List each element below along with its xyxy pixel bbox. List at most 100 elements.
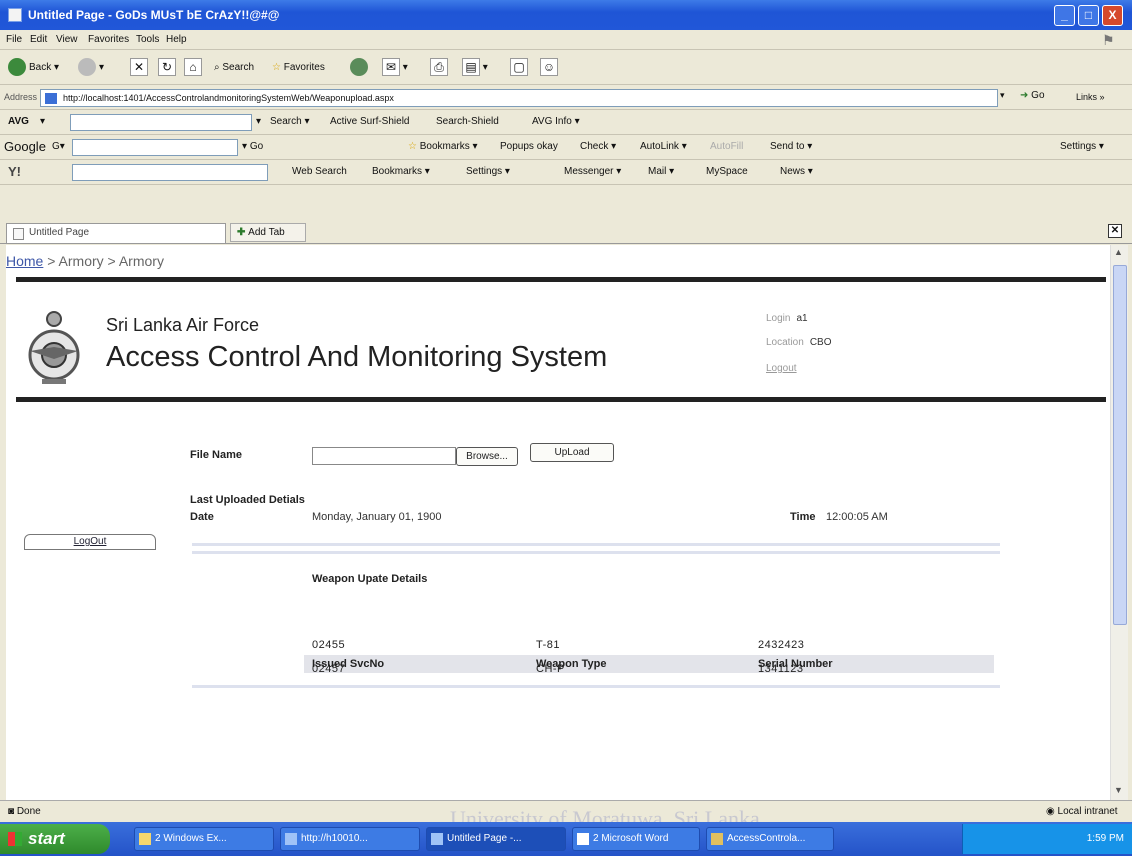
minimize-button[interactable]: _ [1054, 5, 1075, 26]
links-button[interactable]: Links » [1076, 92, 1105, 102]
menu-file[interactable]: File [6, 34, 22, 45]
avg-search-button[interactable]: Search ▾ [270, 116, 310, 127]
vs-icon [711, 833, 723, 845]
scroll-down-icon[interactable]: ▼ [1114, 785, 1123, 795]
page-icon [13, 228, 24, 240]
logout-link[interactable]: Logout [766, 363, 797, 374]
menu-favorites[interactable]: Favorites [88, 34, 129, 45]
news-button[interactable]: News ▾ [780, 166, 813, 177]
search-button[interactable]: ⌕ Search [214, 58, 254, 78]
check-button[interactable]: Check ▾ [580, 141, 616, 152]
address-dropdown-icon[interactable]: ▾ [1000, 90, 1014, 106]
yahoo-web-search-button[interactable]: Web Search [292, 166, 347, 177]
address-label: Address [4, 92, 38, 102]
vertical-scrollbar[interactable]: ▲ ▼ [1110, 245, 1128, 800]
google-settings-button[interactable]: Settings ▾ [1060, 141, 1104, 152]
table-cell-svcno: 02457 [312, 663, 346, 675]
messenger-button[interactable]: Messenger ▾ [564, 166, 621, 177]
print-icon: ⎙ [430, 58, 448, 77]
avg-search-input[interactable] [70, 114, 252, 131]
scroll-thumb[interactable] [1113, 265, 1127, 625]
yahoo-search-input[interactable] [72, 164, 268, 181]
sidebar-logout-button[interactable]: LogOut [24, 534, 156, 550]
avg-info-button[interactable]: AVG Info ▾ [532, 116, 580, 127]
browser-window: Untitled Page - GoDs MUsT bE CrAzY!!@#@ … [0, 0, 1132, 856]
breadcrumb-home-link[interactable]: Home [6, 253, 43, 269]
back-button[interactable]: Back ▾ [8, 58, 59, 78]
add-tab-button[interactable]: ✚ Add Tab [230, 223, 306, 242]
close-button[interactable]: X [1102, 5, 1123, 26]
google-search-input[interactable] [72, 139, 238, 156]
page-icon [45, 93, 57, 104]
go-button[interactable]: ➜ Go [1020, 90, 1045, 101]
breadcrumb-path: > Armory > Armory [43, 253, 164, 269]
start-button[interactable]: start [0, 824, 110, 854]
autofill-button[interactable]: AutoFill [710, 141, 743, 152]
home-icon: ⌂ [184, 58, 202, 77]
divider-stripe [192, 551, 1000, 554]
maximize-button[interactable]: □ [1078, 5, 1099, 26]
myspace-button[interactable]: MySpace [706, 166, 748, 177]
address-input[interactable]: http://localhost:1401/AccessControlandmo… [40, 89, 998, 107]
menu-tools[interactable]: Tools [136, 34, 159, 45]
mail-button[interactable]: Mail ▾ [648, 166, 674, 177]
taskbar-item-accesscontrol[interactable]: AccessControla... [706, 827, 834, 851]
taskbar-item-browser-1[interactable]: http://h10010... [280, 827, 420, 851]
divider-stripe [192, 543, 1000, 546]
avg-search-dropdown-icon[interactable]: ▾ [256, 116, 261, 127]
table-cell-serial: 1341123 [758, 663, 804, 675]
send-to-button[interactable]: Send to ▾ [770, 141, 812, 152]
stop-button[interactable]: ✕ [130, 58, 148, 78]
file-name-input[interactable] [312, 447, 456, 465]
window-title: Untitled Page - GoDs MUsT bE CrAzY!!@#@ [28, 8, 280, 22]
mail-button[interactable]: ✉ ▾ [382, 58, 408, 78]
taskbar: start 2 Windows Ex... http://h10010... U… [0, 822, 1132, 856]
clock: 1:59 PM [1086, 833, 1124, 844]
menu-help[interactable]: Help [166, 34, 187, 45]
last-uploaded-heading: Last Uploaded Detials [190, 494, 305, 506]
bookmark-star-icon: ☆ [408, 141, 420, 152]
google-menu-icon[interactable]: G▾ [52, 141, 65, 152]
header-rule-top [16, 277, 1106, 282]
active-surf-shield-button[interactable]: Active Surf-Shield [330, 116, 409, 127]
go-arrow-icon: ➜ [1020, 90, 1032, 101]
scroll-up-icon[interactable]: ▲ [1114, 247, 1123, 257]
taskbar-item-explorer[interactable]: 2 Windows Ex... [134, 827, 274, 851]
tab-untitled-page[interactable]: Untitled Page [6, 223, 226, 243]
table-cell-weapon-type: CH-P [536, 663, 565, 675]
taskbar-item-word[interactable]: 2 Microsoft Word [572, 827, 700, 851]
google-go-button[interactable]: ▾ Go [242, 141, 263, 152]
history-icon [350, 58, 368, 77]
google-bookmarks-button[interactable]: ☆ Bookmarks ▾ [408, 141, 478, 152]
back-arrow-icon [8, 58, 26, 77]
yahoo-settings-button[interactable]: Settings ▾ [466, 166, 510, 177]
discuss-button[interactable]: ▢ [510, 58, 528, 78]
autolink-button[interactable]: AutoLink ▾ [640, 141, 687, 152]
yahoo-bookmarks-button[interactable]: Bookmarks ▾ [372, 166, 430, 177]
refresh-button[interactable]: ↻ [158, 58, 176, 78]
avg-logo: AVG [8, 116, 29, 127]
favorites-button[interactable]: ☆ Favorites [272, 58, 325, 78]
edit-button[interactable]: ▤ ▾ [462, 58, 488, 78]
search-shield-button[interactable]: Search-Shield [436, 116, 499, 127]
login-value: a1 [796, 313, 808, 324]
refresh-icon: ↻ [158, 58, 176, 77]
avg-dropdown-icon[interactable]: ▾ [40, 116, 45, 127]
messenger-icon: ☺ [540, 58, 558, 77]
date-label: Date [190, 511, 214, 523]
print-button[interactable]: ⎙ [430, 58, 448, 78]
menu-view[interactable]: View [56, 34, 78, 45]
login-info: Login a1 [766, 313, 808, 324]
system-tray: 1:59 PM [962, 824, 1132, 854]
history-button[interactable] [350, 58, 371, 78]
google-toolbar: Google G▾ ▾ Go ☆ Bookmarks ▾ Popups okay… [0, 136, 1132, 160]
popups-okay-button[interactable]: Popups okay [500, 141, 558, 152]
browse-button[interactable]: Browse... [456, 447, 518, 466]
close-tab-icon[interactable]: ✕ [1108, 224, 1122, 238]
menu-edit[interactable]: Edit [30, 34, 47, 45]
taskbar-item-untitled-page[interactable]: Untitled Page -... [426, 827, 566, 851]
messenger-button[interactable]: ☺ [540, 58, 558, 78]
home-button[interactable]: ⌂ [184, 58, 202, 78]
upload-button[interactable]: UpLoad [530, 443, 614, 462]
forward-button[interactable]: ▾ [78, 58, 104, 78]
